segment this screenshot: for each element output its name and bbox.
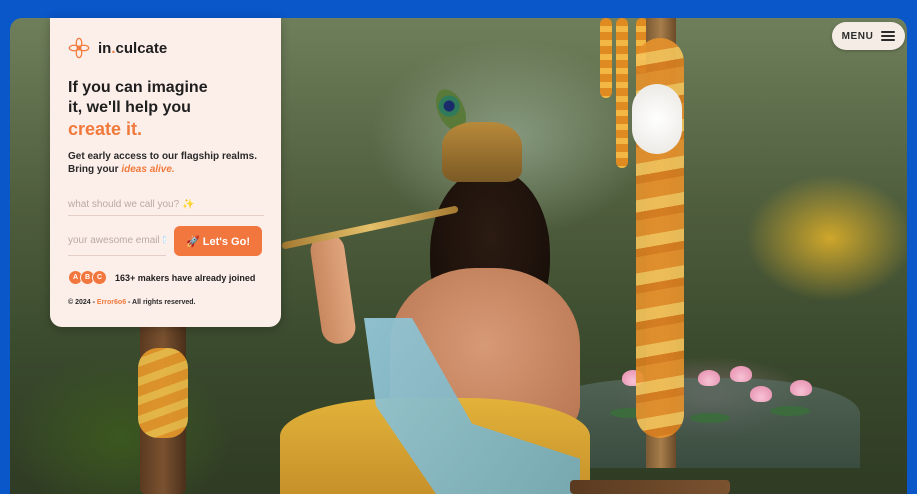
footer-brand-link[interactable]: Error6o6 bbox=[97, 299, 126, 306]
lotus-flower bbox=[750, 386, 772, 402]
menu-button[interactable]: MENU bbox=[832, 22, 905, 50]
hanging-garland bbox=[600, 18, 612, 98]
name-input[interactable] bbox=[68, 194, 264, 216]
headline: If you can imagine it, we'll help you cr… bbox=[68, 78, 263, 140]
hamburger-icon bbox=[881, 31, 896, 41]
avatar: C bbox=[92, 270, 107, 285]
lotus-flower bbox=[730, 366, 752, 382]
email-input[interactable] bbox=[68, 226, 166, 256]
figure-crown bbox=[442, 122, 522, 182]
white-flower-garland bbox=[632, 84, 682, 154]
flower-icon bbox=[68, 37, 90, 59]
lotus-flower bbox=[698, 370, 720, 386]
headline-accent: create it. bbox=[68, 119, 143, 139]
subheadline-emphasis: ideas alive. bbox=[121, 164, 175, 175]
figure-arm bbox=[308, 232, 358, 346]
lily-pad bbox=[770, 406, 810, 416]
swing-seat bbox=[570, 480, 730, 494]
headline-line: it, we'll help you bbox=[68, 99, 191, 116]
subheadline: Get early access to our flagship realms.… bbox=[68, 151, 257, 175]
brand-name: in.culcate bbox=[98, 39, 168, 57]
brand-logo[interactable]: in.culcate bbox=[68, 36, 263, 60]
copyright-footer: © 2024 - Error6o6 - All rights reserved. bbox=[68, 299, 196, 306]
email-row: 🚀 Let's Go! bbox=[68, 226, 263, 256]
menu-label: MENU bbox=[841, 30, 874, 42]
social-proof: A B C 163+ makers have already joined bbox=[68, 270, 263, 285]
signup-card: in.culcate If you can imagine it, we'll … bbox=[50, 18, 281, 327]
marigold-garland bbox=[138, 348, 188, 438]
lily-pad bbox=[690, 413, 730, 423]
makers-count-text: 163+ makers have already joined bbox=[115, 272, 256, 283]
lets-go-button[interactable]: 🚀 Let's Go! bbox=[174, 226, 262, 256]
window-top-bar bbox=[0, 0, 917, 8]
avatar-group: A B C bbox=[68, 270, 107, 285]
headline-line: If you can imagine bbox=[68, 79, 208, 96]
lotus-flower bbox=[790, 380, 812, 396]
hanging-garland bbox=[616, 18, 628, 168]
